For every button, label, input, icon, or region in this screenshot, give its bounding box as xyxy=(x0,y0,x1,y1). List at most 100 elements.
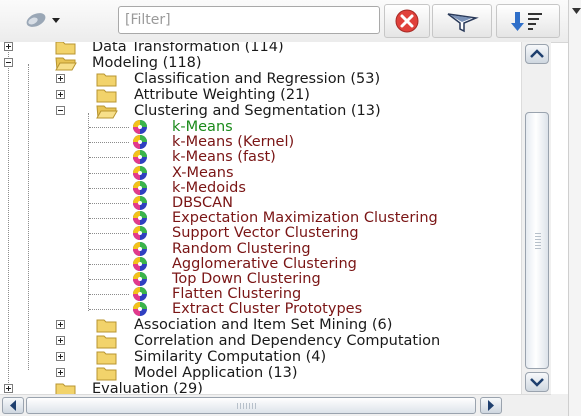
filter-button[interactable] xyxy=(432,4,492,38)
tree-row[interactable]: k-Means (fast) xyxy=(0,149,521,165)
expand-toggle[interactable] xyxy=(56,90,65,99)
scroll-right-button[interactable] xyxy=(480,397,502,414)
folder-icon xyxy=(55,383,76,394)
clustering-operator-icon xyxy=(133,165,147,180)
tree-row[interactable]: Clustering and Segmentation (13) xyxy=(0,103,521,119)
tree-label: Similarity Computation (4) xyxy=(134,349,327,365)
tree-row[interactable]: Random Clustering xyxy=(0,241,521,257)
folder-icon xyxy=(96,319,117,333)
clustering-operator-icon xyxy=(133,226,147,241)
clustering-operator-icon xyxy=(133,211,147,226)
tree-connector xyxy=(89,157,129,159)
tree-label: Clustering and Segmentation (13) xyxy=(134,103,381,119)
tools-menu-button[interactable] xyxy=(20,4,64,36)
tree-label: Expectation Maximization Clustering xyxy=(172,210,438,227)
tree-row[interactable]: Similarity Computation (4) xyxy=(0,349,521,365)
tree-label: Random Clustering xyxy=(172,240,311,257)
tree-row[interactable]: Agglomerative Clustering xyxy=(0,256,521,272)
expand-toggle[interactable] xyxy=(56,320,65,329)
folder-open-icon xyxy=(96,105,118,119)
tree-label: k-Means (Kernel) xyxy=(172,134,295,151)
operator-tree[interactable]: Data Transformation (114) Modeling (118)… xyxy=(0,42,521,394)
clustering-operator-icon xyxy=(133,241,147,256)
chevron-down-icon[interactable] xyxy=(572,8,581,16)
tree-label: DBSCAN xyxy=(172,195,233,211)
tree-connector xyxy=(89,218,129,220)
tree-row[interactable]: X-Means xyxy=(0,165,521,181)
tree-label: k-Means xyxy=(172,119,233,135)
expand-toggle[interactable] xyxy=(4,42,13,51)
tree-row[interactable]: Evaluation (29) xyxy=(0,381,521,394)
tree-connector xyxy=(89,127,129,128)
tree-label: Extract Cluster Prototypes xyxy=(172,301,363,318)
tree-label: Modeling (118) xyxy=(92,55,202,71)
folder-icon xyxy=(96,73,117,87)
clustering-operator-icon xyxy=(133,150,147,165)
tree-row[interactable]: Model Application (13) xyxy=(0,365,521,381)
sort-button[interactable] xyxy=(496,4,560,38)
clustering-operator-icon xyxy=(133,256,147,271)
filter-icon xyxy=(447,13,479,33)
tree-row[interactable]: Top Down Clustering xyxy=(0,271,521,287)
horizontal-scrollbar[interactable] xyxy=(0,394,551,416)
folder-open-icon xyxy=(55,57,77,71)
scroll-down-button[interactable] xyxy=(525,372,549,392)
expand-toggle[interactable] xyxy=(56,352,65,361)
tree-row[interactable]: k-Means xyxy=(0,119,521,135)
tree-label: k-Means (fast) xyxy=(172,149,276,166)
folder-icon xyxy=(96,367,117,381)
tree-row[interactable]: Association and Item Set Mining (6) xyxy=(0,317,521,333)
expand-toggle[interactable] xyxy=(4,384,13,393)
adjacent-panel xyxy=(569,0,581,416)
panel-divider[interactable] xyxy=(568,0,569,416)
tree-label: Evaluation (29) xyxy=(92,381,203,394)
tree-row[interactable]: Expectation Maximization Clustering xyxy=(0,210,521,226)
vertical-scrollbar[interactable] xyxy=(521,42,551,394)
tree-connector xyxy=(89,248,129,250)
chevron-up-icon xyxy=(530,49,544,58)
collapse-toggle[interactable] xyxy=(4,58,13,67)
tree-connector xyxy=(89,187,129,189)
clear-filter-icon xyxy=(395,9,419,33)
tree-row[interactable]: DBSCAN xyxy=(0,195,521,211)
scroll-thumb[interactable] xyxy=(26,397,476,414)
tree-connector xyxy=(89,294,129,296)
tree-connector xyxy=(89,142,129,144)
tree-row[interactable]: Classification and Regression (53) xyxy=(0,71,521,87)
tree-row[interactable]: Flatten Clustering xyxy=(0,286,521,302)
tree-label: Association and Item Set Mining (6) xyxy=(134,317,393,333)
folder-icon xyxy=(96,335,117,349)
chevron-down-icon xyxy=(530,378,544,387)
tree-row[interactable]: Data Transformation (114) xyxy=(0,42,521,55)
tree-row[interactable]: Attribute Weighting (21) xyxy=(0,87,521,103)
tree-label: Data Transformation (114) xyxy=(92,42,284,55)
tree-connector xyxy=(89,203,129,204)
scroll-left-button[interactable] xyxy=(2,397,24,414)
tree-label: k-Medoids xyxy=(172,179,246,196)
folder-icon xyxy=(55,42,76,55)
tree-connector xyxy=(89,233,129,235)
sort-icon xyxy=(511,12,542,31)
clustering-operator-icon xyxy=(133,135,147,150)
expand-toggle[interactable] xyxy=(56,336,65,345)
tree-connector xyxy=(89,263,129,265)
filter-input[interactable] xyxy=(118,6,380,34)
tree-label: Model Application (13) xyxy=(134,365,298,381)
tree-row[interactable]: Support Vector Clustering xyxy=(0,225,521,241)
tree-row[interactable]: k-Medoids xyxy=(0,180,521,196)
tree-connector xyxy=(89,309,129,311)
scroll-up-button[interactable] xyxy=(525,44,549,64)
tree-row[interactable]: Correlation and Dependency Computation xyxy=(0,333,521,349)
tree-connector xyxy=(89,172,129,174)
collapse-toggle[interactable] xyxy=(56,106,65,115)
expand-toggle[interactable] xyxy=(56,368,65,377)
grip-icon xyxy=(237,403,257,409)
tree-label: Top Down Clustering xyxy=(172,271,321,287)
tree-row[interactable]: Extract Cluster Prototypes xyxy=(0,301,521,317)
expand-toggle[interactable] xyxy=(56,74,65,83)
scroll-thumb[interactable] xyxy=(525,112,549,369)
tree-row[interactable]: k-Means (Kernel) xyxy=(0,134,521,150)
tree-row[interactable]: Modeling (118) xyxy=(0,55,521,71)
tree-label: Attribute Weighting (21) xyxy=(134,87,310,103)
clear-filter-button[interactable] xyxy=(384,4,430,38)
